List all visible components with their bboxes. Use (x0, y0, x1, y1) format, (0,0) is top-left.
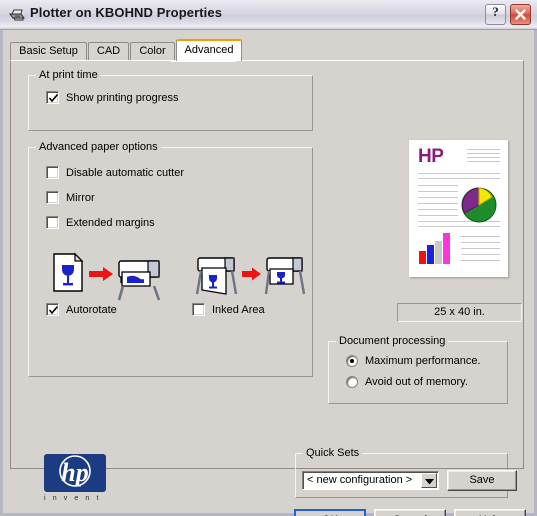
preview-bar-chart (419, 232, 453, 267)
checkmark-icon (48, 93, 59, 103)
checkbox-box (46, 91, 59, 104)
quick-sets-selected-value: < new configuration > (307, 474, 413, 486)
radio-maximum-performance[interactable]: Maximum performance. (346, 355, 481, 367)
autorotate-icon (49, 250, 164, 305)
help-button[interactable]: Help (454, 509, 526, 516)
checkbox-box (46, 191, 59, 204)
printer-properties-dialog: Plotter on KBOHND Properties ? Basic Set… (0, 0, 537, 516)
checkbox-box (46, 166, 59, 179)
ok-button[interactable]: OK (294, 509, 366, 516)
radio-box (346, 376, 358, 388)
question-mark-icon: ? (492, 4, 499, 19)
close-button[interactable] (510, 4, 531, 25)
checkmark-icon (48, 305, 59, 315)
radio-dot (350, 359, 354, 363)
checkbox-label: Disable automatic cutter (66, 166, 184, 179)
checkbox-autorotate[interactable]: Autorotate (46, 303, 117, 316)
tab-cad[interactable]: CAD (88, 42, 129, 60)
quick-sets-dropdown[interactable]: < new configuration > (302, 471, 439, 490)
svg-text:hp: hp (61, 458, 88, 487)
tab-color[interactable]: Color (130, 42, 175, 60)
save-button[interactable]: Save (447, 470, 517, 491)
tab-label: Advanced (184, 44, 234, 56)
radio-label: Avoid out of memory. (365, 376, 468, 388)
group-document-processing: Document processing Maximum performance.… (328, 335, 508, 404)
checkbox-label: Mirror (66, 191, 95, 204)
group-at-print-time: At print time Show printing progress (28, 69, 313, 131)
group-title-document-processing: Document processing (336, 335, 449, 347)
paper-size-value: 25 x 40 in. (434, 306, 485, 318)
checkbox-label: Extended margins (66, 216, 155, 229)
group-title-at-print-time: At print time (36, 69, 101, 81)
hp-tagline: i n v e n t (44, 495, 102, 502)
save-button-label: Save (469, 474, 495, 486)
chevron-down-icon[interactable] (421, 473, 437, 488)
dialog-client-area: Basic Setup CAD Color Advanced At print … (3, 30, 534, 516)
radio-box (346, 355, 358, 367)
checkbox-label: Autorotate (66, 303, 117, 316)
tab-page-advanced: At print time Show printing progress Adv… (10, 60, 524, 502)
checkbox-box (46, 216, 59, 229)
checkbox-label: Inked Area (212, 303, 265, 316)
radio-label: Maximum performance. (365, 355, 481, 367)
radio-avoid-out-of-memory[interactable]: Avoid out of memory. (346, 376, 468, 388)
title-bar[interactable]: Plotter on KBOHND Properties ? (0, 0, 537, 30)
checkbox-show-printing-progress[interactable]: Show printing progress (46, 91, 179, 104)
hp-logo: hp (44, 454, 106, 492)
inked-area-icon (192, 250, 307, 305)
checkbox-box (46, 303, 59, 316)
tab-basic-setup[interactable]: Basic Setup (10, 42, 87, 60)
printer-icon (9, 7, 26, 23)
group-title-advanced-paper-options: Advanced paper options (36, 141, 161, 153)
checkbox-label: Show printing progress (66, 91, 179, 104)
tab-label: Basic Setup (19, 45, 78, 57)
group-title-quick-sets: Quick Sets (303, 447, 363, 459)
document-preview: HP (409, 140, 508, 277)
tab-advanced[interactable]: Advanced (176, 39, 242, 61)
checkbox-inked-area[interactable]: Inked Area (192, 303, 265, 316)
checkbox-box (192, 303, 205, 316)
group-advanced-paper-options: Advanced paper options Disable automatic… (28, 141, 313, 377)
preview-pie-chart (461, 187, 497, 226)
checkbox-mirror[interactable]: Mirror (46, 191, 95, 204)
tab-label: Color (139, 45, 166, 57)
window-title: Plotter on KBOHND Properties (30, 5, 223, 20)
help-titlebar-button[interactable]: ? (485, 4, 506, 25)
paper-size-display: 25 x 40 in. (397, 303, 522, 322)
checkbox-extended-margins[interactable]: Extended margins (46, 216, 155, 229)
preview-hp-logo: HP (418, 146, 444, 167)
cancel-button[interactable]: Cancel (374, 509, 446, 516)
close-icon (515, 9, 526, 20)
checkbox-disable-automatic-cutter[interactable]: Disable automatic cutter (46, 166, 184, 179)
tab-label: CAD (96, 45, 121, 57)
